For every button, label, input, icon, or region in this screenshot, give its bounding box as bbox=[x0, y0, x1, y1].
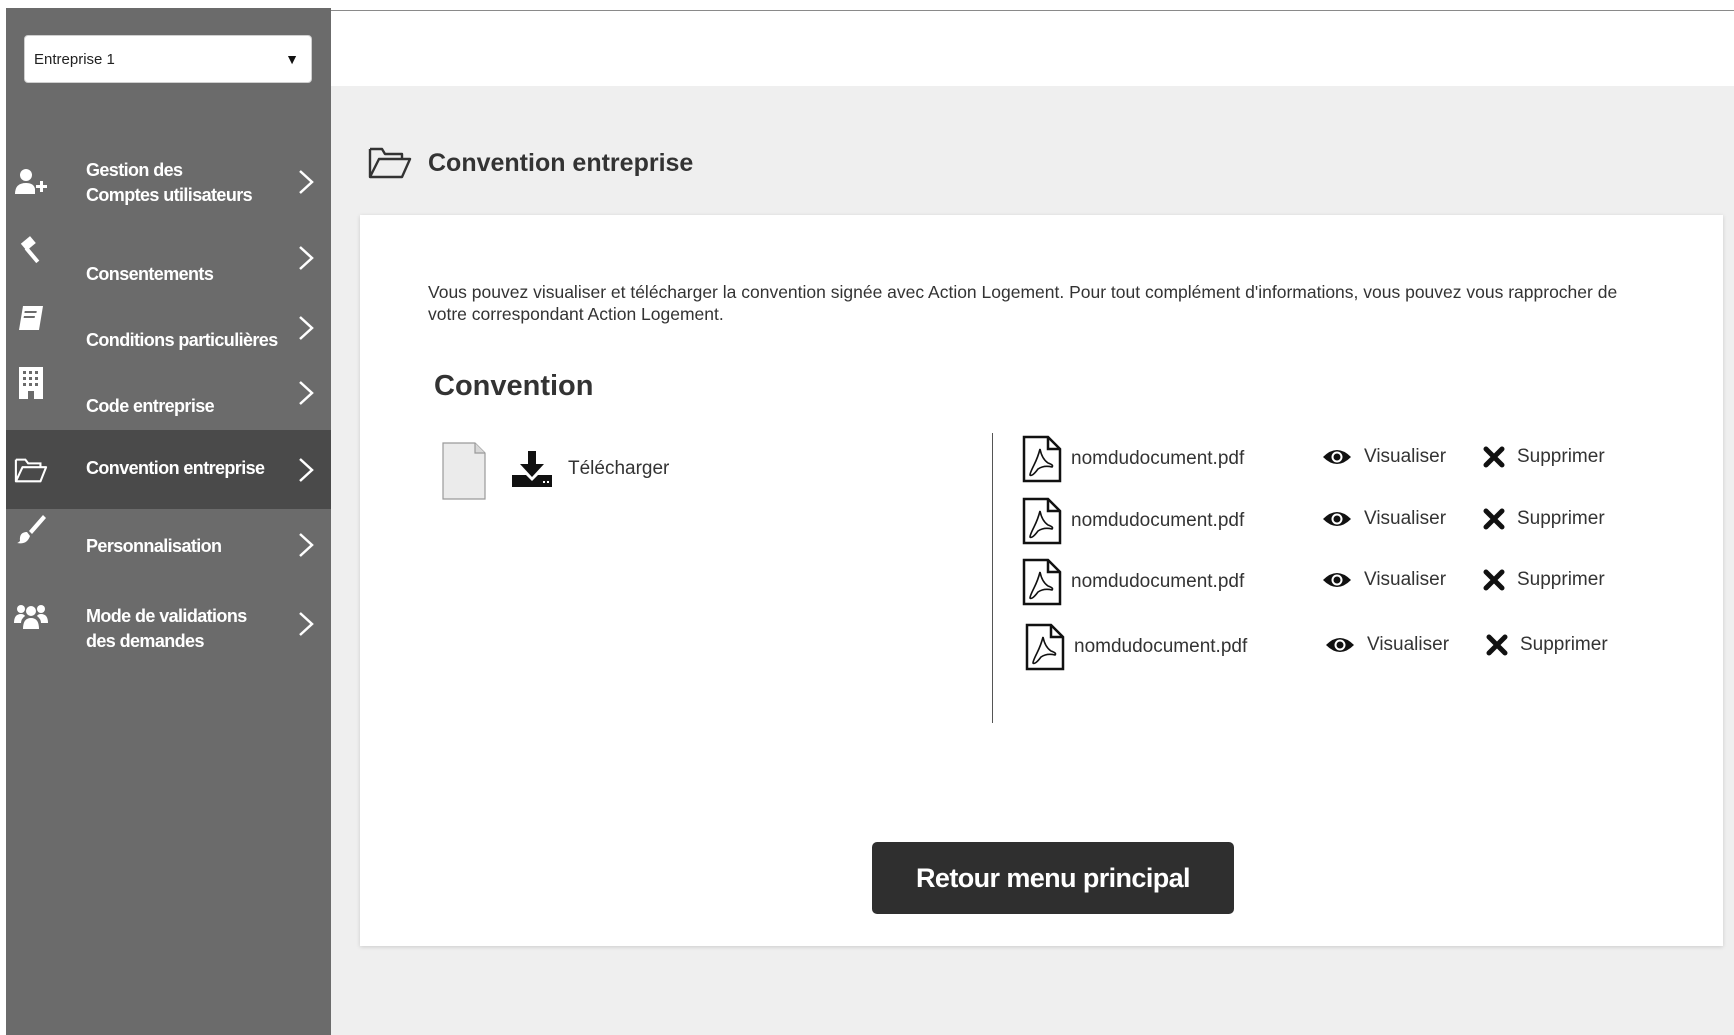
company-select[interactable]: Entreprise 1 ▼ bbox=[24, 35, 312, 83]
book-icon bbox=[14, 301, 48, 335]
sidebar-item-company-agreement[interactable]: Convention entreprise bbox=[6, 430, 331, 509]
content-card: Vous pouvez visualiser et télécharger la… bbox=[360, 215, 1723, 946]
chevron-right-icon bbox=[299, 381, 314, 405]
brush-icon bbox=[14, 512, 48, 546]
company-select-value: Entreprise 1 bbox=[34, 50, 115, 68]
delete-label: Supprimer bbox=[1517, 446, 1605, 467]
chevron-right-icon bbox=[299, 533, 314, 557]
delete-button[interactable]: Supprimer bbox=[1483, 446, 1605, 468]
app-root: Entreprise 1 ▼ Gestion des Comptes utilis… bbox=[0, 0, 1734, 1035]
section-title: Convention bbox=[434, 370, 594, 402]
delete-button[interactable]: Supprimer bbox=[1486, 634, 1608, 656]
delete-button[interactable]: Supprimer bbox=[1483, 508, 1605, 530]
back-to-main-menu-button[interactable]: Retour menu principal bbox=[872, 842, 1234, 914]
sidebar-item-label: Personnalisation bbox=[86, 536, 222, 556]
chevron-right-icon bbox=[299, 316, 314, 340]
document-name: nomdudocument.pdf bbox=[1074, 636, 1248, 657]
chevron-right-icon bbox=[299, 246, 314, 270]
view-label: Visualiser bbox=[1364, 569, 1447, 590]
close-icon bbox=[1483, 508, 1505, 530]
download-label: Télécharger bbox=[568, 458, 670, 479]
view-button[interactable]: Visualiser bbox=[1322, 446, 1446, 468]
close-icon bbox=[1483, 569, 1505, 591]
close-icon bbox=[1483, 446, 1505, 468]
view-label: Visualiser bbox=[1367, 634, 1450, 655]
vertical-divider bbox=[992, 433, 993, 723]
download-button[interactable]: Télécharger bbox=[512, 451, 669, 487]
view-label: Visualiser bbox=[1364, 446, 1447, 467]
user-plus-icon bbox=[14, 165, 48, 199]
folder-open-icon bbox=[368, 147, 412, 179]
pdf-file-icon bbox=[1025, 623, 1065, 671]
sidebar-item-label: Conditions particulières bbox=[86, 330, 278, 350]
close-icon bbox=[1486, 634, 1508, 656]
chevron-right-icon bbox=[299, 170, 314, 194]
pdf-file-icon bbox=[1022, 435, 1062, 483]
delete-label: Supprimer bbox=[1520, 634, 1608, 655]
view-label: Visualiser bbox=[1364, 508, 1447, 529]
blank-document-icon bbox=[442, 442, 486, 500]
chevron-right-icon bbox=[299, 458, 314, 482]
page-header: Convention entreprise bbox=[368, 146, 693, 180]
sidebar-item-validation-mode[interactable]: Mode de validations des demandes bbox=[6, 596, 331, 652]
delete-button[interactable]: Supprimer bbox=[1483, 569, 1605, 591]
sidebar-item-user-accounts[interactable]: Gestion des Comptes utilisateurs bbox=[6, 156, 331, 208]
eye-icon bbox=[1323, 573, 1351, 587]
eye-icon bbox=[1323, 450, 1351, 464]
users-icon bbox=[14, 600, 48, 634]
document-name: nomdudocument.pdf bbox=[1071, 510, 1245, 531]
sidebar-item-company-code[interactable]: Code entreprise bbox=[6, 367, 331, 418]
sidebar-item-customization[interactable]: Personnalisation bbox=[6, 515, 331, 560]
document-name: nomdudocument.pdf bbox=[1071, 571, 1245, 592]
sidebar-item-label: Gestion des Comptes utilisateurs bbox=[86, 160, 253, 205]
sidebar-item-label: Mode de validations des demandes bbox=[86, 606, 247, 651]
gavel-icon bbox=[14, 234, 48, 268]
view-button[interactable]: Visualiser bbox=[1322, 569, 1446, 591]
pdf-file-icon bbox=[1022, 497, 1062, 545]
eye-icon bbox=[1326, 638, 1354, 652]
sidebar-item-label: Consentements bbox=[86, 264, 214, 284]
document-name: nomdudocument.pdf bbox=[1071, 448, 1245, 469]
eye-icon bbox=[1323, 512, 1351, 526]
top-divider bbox=[331, 10, 1734, 11]
view-button[interactable]: Visualiser bbox=[1325, 634, 1449, 656]
view-button[interactable]: Visualiser bbox=[1322, 508, 1446, 530]
sidebar-item-label: Convention entreprise bbox=[86, 458, 265, 478]
building-icon bbox=[14, 366, 48, 400]
delete-label: Supprimer bbox=[1517, 508, 1605, 529]
delete-label: Supprimer bbox=[1517, 569, 1605, 590]
sidebar-item-consents[interactable]: Consentements bbox=[6, 236, 331, 290]
chevron-right-icon bbox=[299, 612, 314, 636]
intro-text: Vous pouvez visualiser et télécharger la… bbox=[428, 282, 1618, 324]
sidebar-item-special-conditions[interactable]: Conditions particulières bbox=[6, 306, 331, 355]
sidebar: Entreprise 1 ▼ Gestion des Comptes utilis… bbox=[6, 8, 331, 1035]
pdf-file-icon bbox=[1022, 558, 1062, 606]
sidebar-item-label: Code entreprise bbox=[86, 396, 215, 416]
download-icon bbox=[512, 451, 552, 487]
folder-open-icon bbox=[14, 453, 48, 487]
caret-down-icon: ▼ bbox=[285, 51, 299, 67]
page-title: Convention entreprise bbox=[428, 148, 694, 177]
